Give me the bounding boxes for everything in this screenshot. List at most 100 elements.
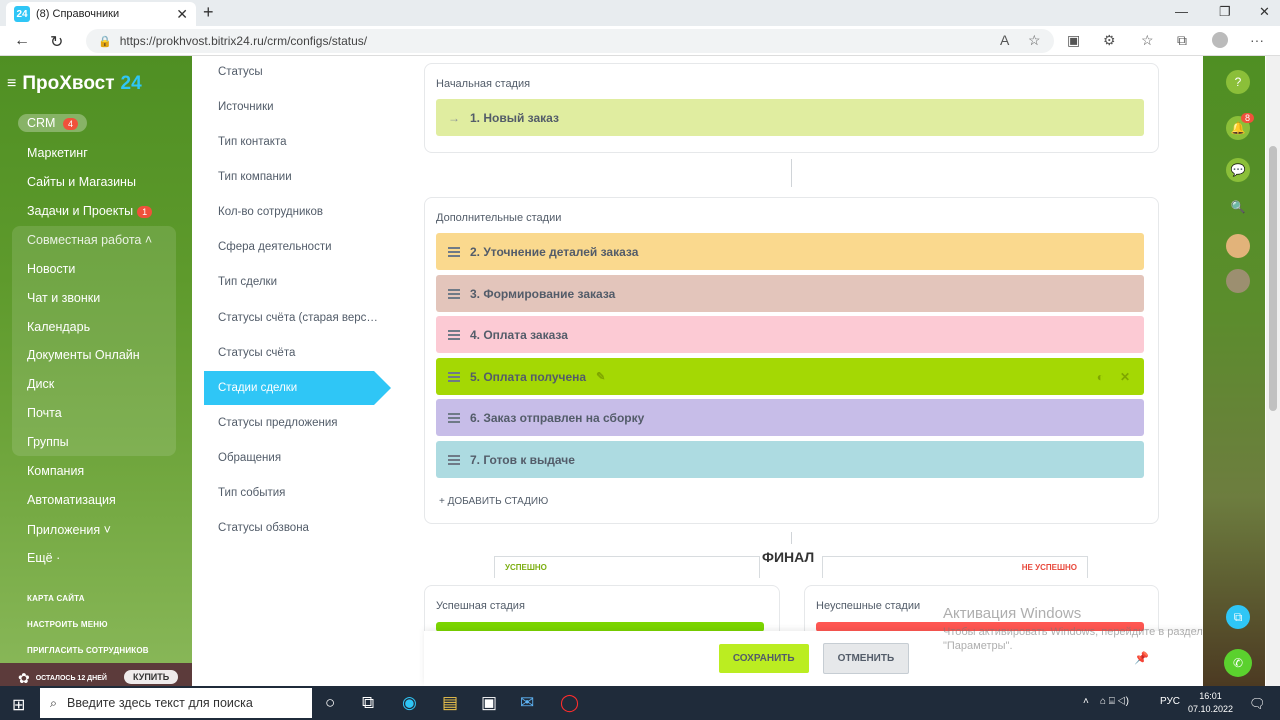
drag-handle-icon[interactable] [448,371,460,382]
stage-item[interactable]: 5. Оплата получена ✎ ◐ ✕ [436,358,1144,395]
chat-icon[interactable]: 💬 [1226,158,1250,182]
language-indicator[interactable]: РУС [1160,696,1180,707]
menu-icon[interactable]: ≡ [7,75,16,93]
search-icon[interactable]: 🔍 [1226,195,1250,219]
favorites-icon[interactable]: ☆ [1141,32,1154,49]
sidebar-item-marketing[interactable]: Маркетинг [27,146,88,160]
config-item[interactable]: Статусы счёта (старая верс… [218,312,378,324]
sidebar-item-disk[interactable]: Диск [27,377,54,391]
add-stage-button[interactable]: + ДОБАВИТЬ СТАДИЮ [439,496,548,507]
reload-icon[interactable]: ↻ [50,32,63,52]
sidebar-item-collab[interactable]: Совместная работа ˄ [27,233,152,247]
extensions-icon[interactable]: ⚙ [1103,32,1116,49]
explorer-icon[interactable]: ▤ [442,693,458,713]
sidebar-item-docs[interactable]: Документы Онлайн [27,348,140,362]
pin-icon[interactable]: 📌 [1134,651,1149,665]
minimize-icon[interactable]: — [1175,4,1188,19]
edit-pencil-icon[interactable]: ✎ [596,370,605,383]
success-tab[interactable]: УСПЕШНО [494,556,760,578]
drag-handle-icon[interactable] [448,412,460,423]
stage-item[interactable]: → 1. Новый заказ [436,99,1144,136]
sidebar-item-sites[interactable]: Сайты и Магазины [27,175,136,189]
tray-chevron-icon[interactable]: ˄ [1083,696,1089,707]
config-item[interactable]: Тип сделки [218,276,277,288]
opera-icon[interactable]: ◯ [560,693,579,713]
sidebar-item-mail[interactable]: Почта [27,406,62,420]
sidebar-item-apps[interactable]: Приложения ˅ [27,523,111,537]
collections-icon[interactable]: ▣ [1067,32,1080,49]
invite-link[interactable]: ПРИГЛАСИТЬ СОТРУДНИКОВ [27,646,149,655]
delete-icon[interactable]: ✕ [1120,370,1130,384]
profile-avatar[interactable] [1212,32,1228,48]
config-item[interactable]: Обращения [218,452,281,464]
page-scrollbar[interactable] [1266,56,1280,686]
task-view-icon[interactable]: ⧉ [362,693,374,713]
drag-handle-icon[interactable] [448,454,460,465]
new-tab-icon[interactable]: + [203,2,214,23]
stage-item[interactable]: 6. Заказ отправлен на сборку [436,399,1144,436]
more-menu-icon[interactable]: ··· [1250,32,1264,48]
cancel-button[interactable]: ОТМЕНИТЬ [822,643,910,674]
drag-handle-icon[interactable] [448,329,460,340]
user-avatar[interactable] [1226,269,1250,293]
buy-button[interactable]: КУПИТЬ [124,670,179,684]
stage-item[interactable]: 3. Формирование заказа [436,275,1144,312]
config-item[interactable]: Источники [218,101,274,113]
config-item[interactable]: Тип события [218,487,285,499]
help-icon[interactable]: ? [1226,70,1250,94]
config-item[interactable]: Тип компании [218,171,292,183]
stage-item[interactable]: 4. Оплата заказа [436,316,1144,353]
configure-menu-link[interactable]: НАСТРОИТЬ МЕНЮ [27,620,108,629]
address-bar[interactable]: 🔒 https://prokhvost.bitrix24.ru/crm/conf… [86,29,1054,53]
store-icon[interactable]: ▣ [481,693,497,713]
sidebar-item-more[interactable]: Ещё · [27,551,60,565]
stage-item[interactable]: 7. Готов к выдаче [436,441,1144,478]
drag-handle-icon[interactable] [448,288,460,299]
back-icon[interactable]: ← [14,32,30,50]
sidebar-item-groups[interactable]: Группы [27,435,69,449]
save-button[interactable]: СОХРАНИТЬ [718,644,809,673]
sidebar-item-company[interactable]: Компания [27,464,84,478]
close-tab-icon[interactable]: ✕ [176,6,188,23]
sidebar-item-news[interactable]: Новости [27,262,75,276]
config-item[interactable]: Кол-во сотрудников [218,206,323,218]
config-item[interactable]: Тип контакта [218,136,287,148]
tray-icons[interactable]: ⌂ ⌸ ◁) [1100,696,1129,707]
chevron-down-icon: ˅ [103,523,111,537]
edge-icon[interactable]: ◉ [402,693,417,713]
sidebar-item-crm[interactable]: CRM 4 [18,114,87,132]
color-picker-icon[interactable]: ◐ [1097,370,1104,384]
stage-item[interactable]: 2. Уточнение деталей заказа [436,233,1144,270]
bell-icon[interactable]: 🔔 8 [1226,113,1254,140]
config-item[interactable]: Сфера деятельности [218,241,332,253]
cortana-icon[interactable]: ○ [325,693,335,713]
sidebar-item-automation[interactable]: Автоматизация [27,493,116,507]
maximize-icon[interactable]: ❐ [1219,4,1231,20]
clock[interactable]: 16:01 07.10.2022 [1188,690,1233,716]
scrollbar-thumb[interactable] [1269,146,1277,411]
config-item[interactable]: Статусы [218,66,263,78]
config-item[interactable]: Статусы обзвона [218,522,309,534]
user-avatar[interactable] [1226,234,1250,258]
sitemap-link[interactable]: КАРТА САЙТА [27,594,85,603]
mail-icon[interactable]: ✉ [520,693,534,713]
taskbar-search[interactable]: ⌕ Введите здесь текст для поиска [40,688,312,718]
windows-start-icon[interactable]: ⊞ [12,695,25,715]
notification-center-icon[interactable]: 🗨 [1249,696,1266,712]
logo[interactable]: ≡ ПроХвост 24 [7,73,142,95]
config-item[interactable]: Статусы счёта [218,347,295,359]
fail-tab[interactable]: НЕ УСПЕШНО [822,556,1088,578]
copy-icon[interactable]: ⧉ [1226,605,1250,629]
drag-handle-icon[interactable] [448,246,460,257]
sidebar-item-calendar[interactable]: Календарь [27,320,90,334]
config-item-active[interactable]: Стадии сделки [204,371,391,405]
tabs-icon[interactable]: ⧉ [1177,32,1187,49]
browser-tab[interactable]: 24 (8) Справочники ✕ [6,2,196,26]
close-window-icon[interactable]: ✕ [1259,4,1270,20]
phone-icon[interactable]: ✆ [1224,649,1252,677]
sidebar-item-tasks[interactable]: Задачи и Проекты 1 [27,204,153,218]
favorite-add-icon[interactable]: ☆ [1028,32,1041,49]
read-aloud-icon[interactable]: A [1000,32,1009,48]
config-item[interactable]: Статусы предложения [218,417,338,429]
sidebar-item-chat[interactable]: Чат и звонки [27,291,100,305]
